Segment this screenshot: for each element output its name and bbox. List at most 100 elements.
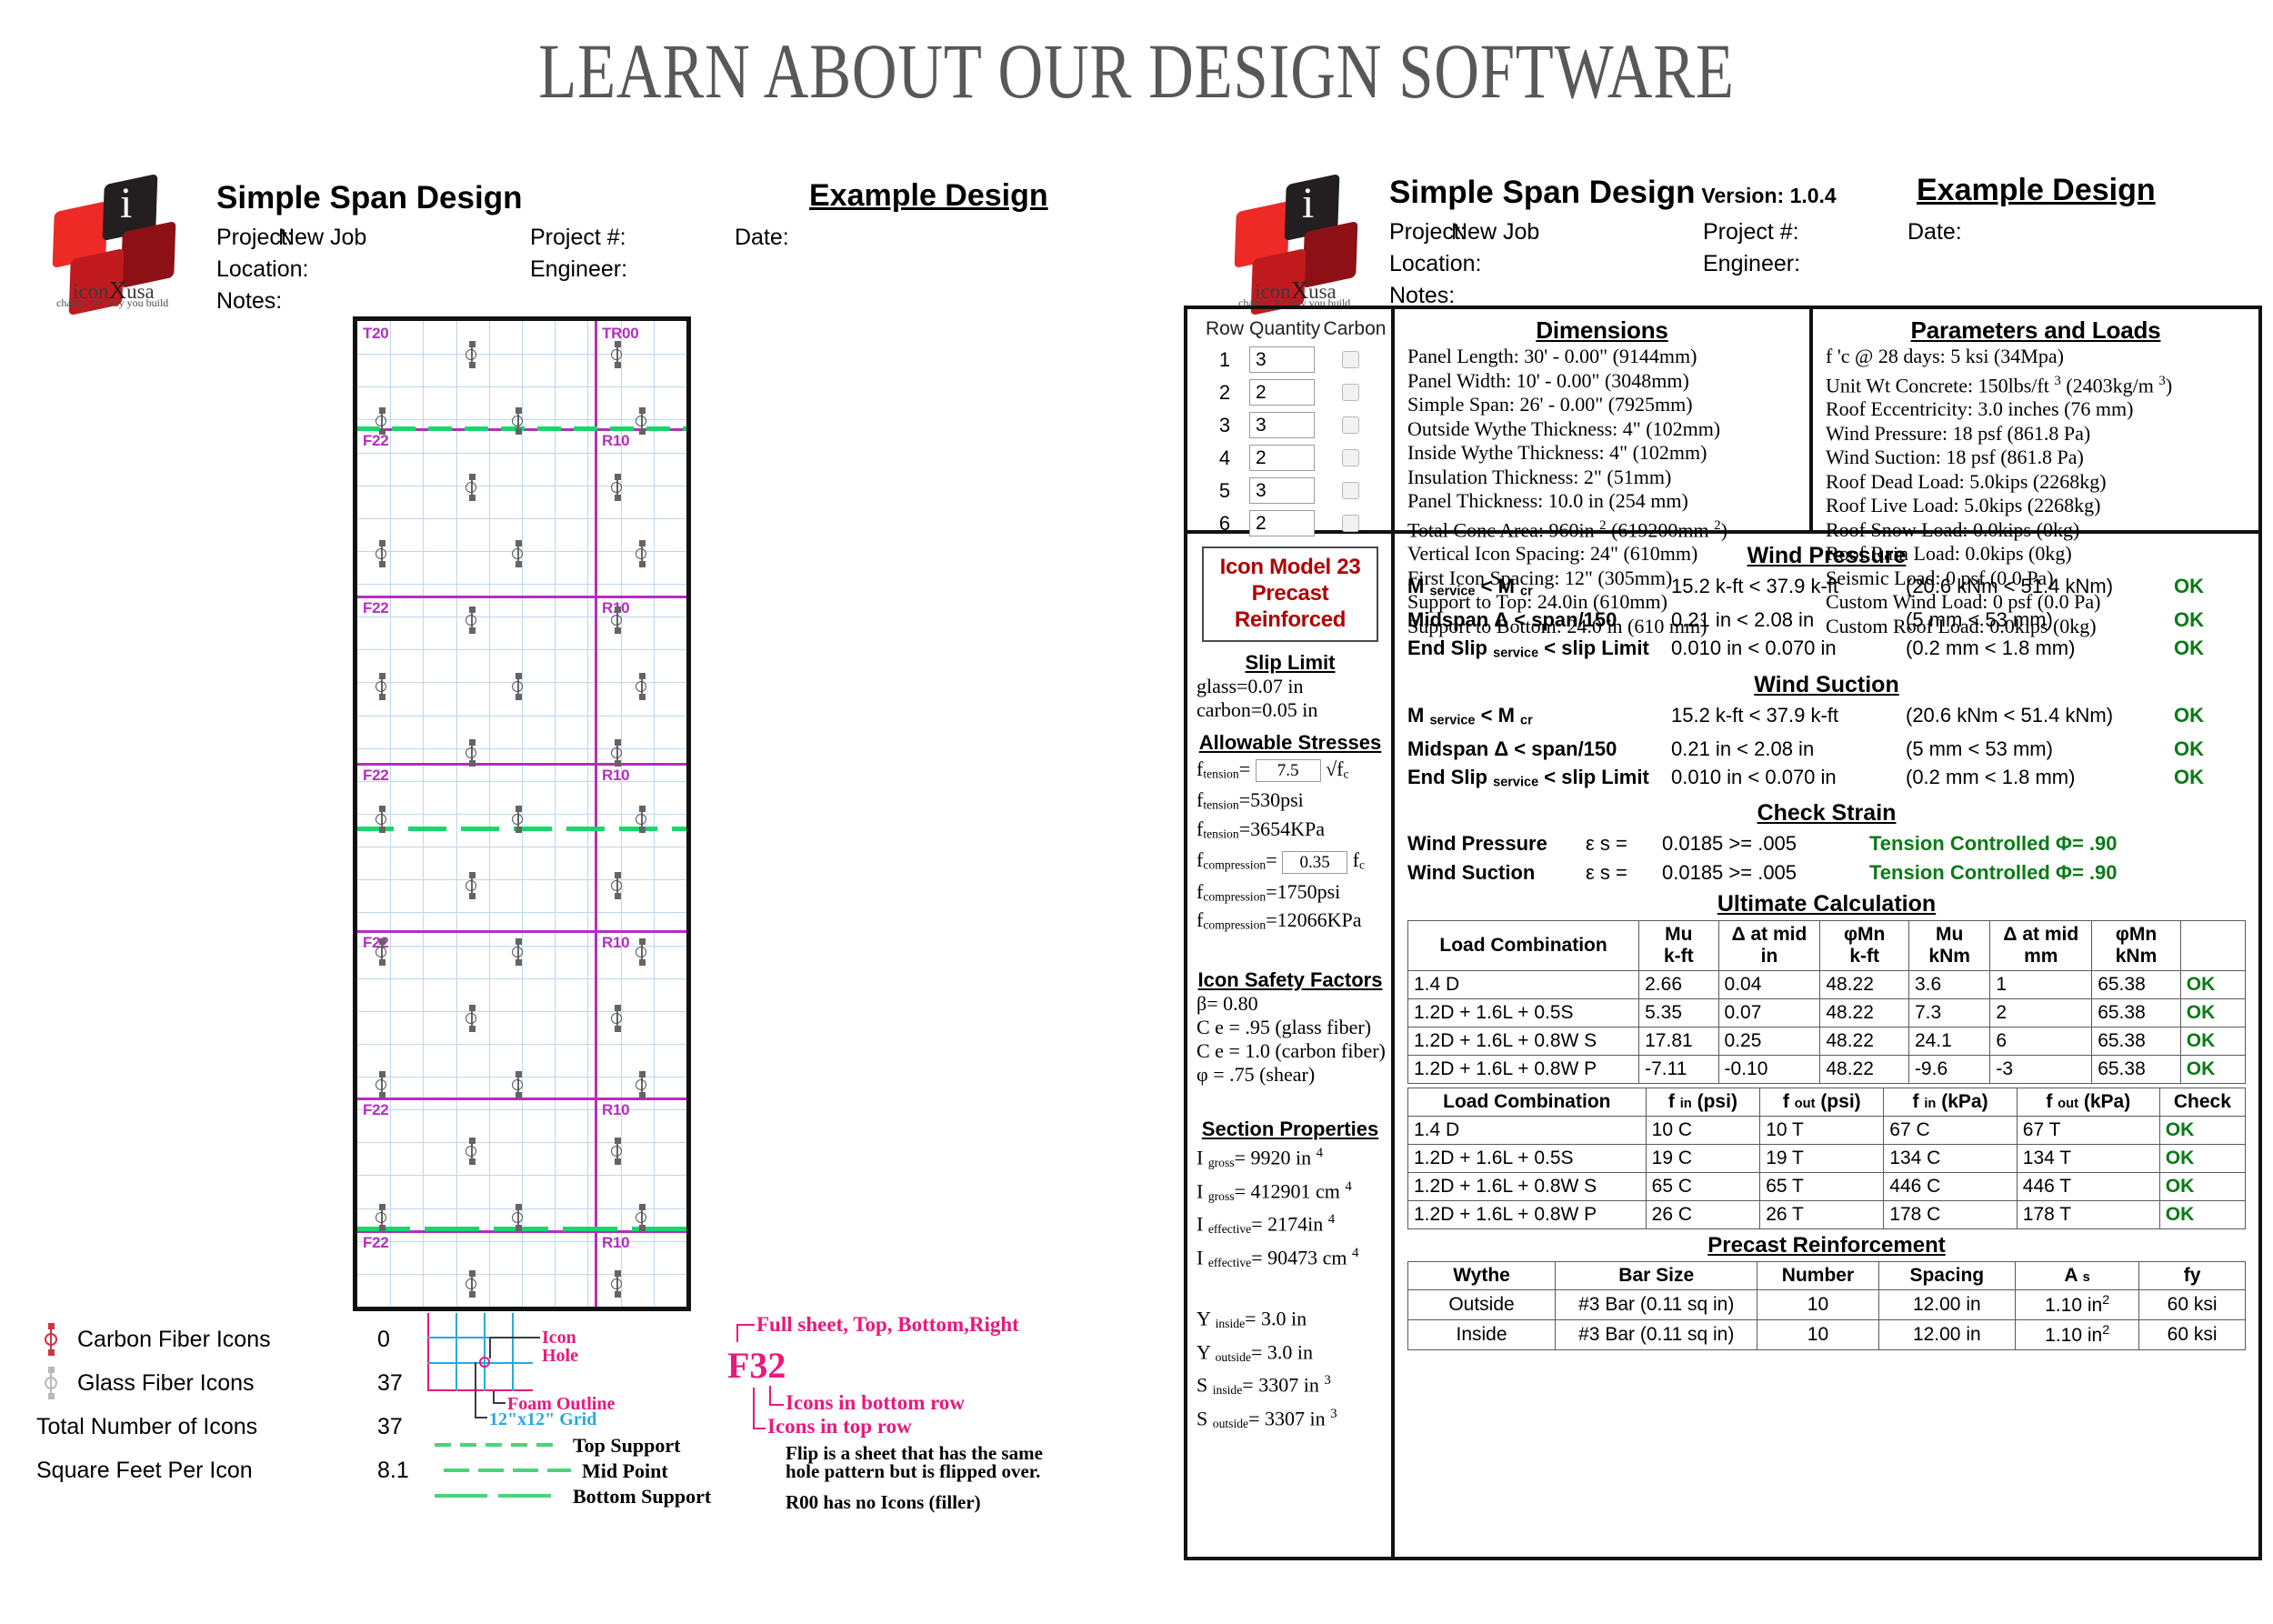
panel-icon-marker[interactable] [611,739,623,767]
quantity-input-6[interactable]: 2 [1249,510,1315,536]
wind-pressure-row: M service < M cr 15.2 k-ft < 37.9 k-ft (… [1407,572,2246,606]
st-3-0: 1.2D + 1.6L + 0.8W P [1407,1200,1647,1230]
carbon-checkbox-2[interactable] [1342,384,1359,401]
panel-icon-marker[interactable] [375,1071,387,1098]
sheet-label-left: F22 [363,767,389,784]
table-header-row: Wythe Bar Size Number Spacing A s fy [1407,1261,2246,1291]
project-value[interactable]: New Job [278,225,366,251]
legend-grid-text: 12"x12" Grid [489,1409,597,1429]
panel-icon-marker[interactable] [636,540,647,567]
uc-3-3: 48.22 [1819,1055,1909,1085]
panel-icon-marker[interactable] [512,673,524,700]
panel-icon-marker[interactable] [611,872,623,899]
panel-icon-marker[interactable] [611,474,623,501]
dimensions-panel: Dimensions Panel Length: 30' - 0.00" (91… [1395,309,1813,637]
panel-icon-marker[interactable] [512,540,524,567]
panel-icon-marker[interactable] [512,1204,524,1231]
wp-status-1: OK [2174,608,2204,632]
icon-ring [611,880,622,891]
st-2-5: OK [2158,1172,2247,1202]
panel-icon-marker[interactable] [512,938,524,966]
section-property-line: I effective= 2174in 4 [1197,1208,1384,1241]
panel-icon-marker[interactable] [466,1138,477,1165]
panel-icon-marker[interactable] [466,1005,477,1032]
panel-icon-marker[interactable] [375,540,387,567]
panel-icon-marker[interactable] [466,606,477,634]
f-tension-unit-sub: c [1343,767,1349,781]
panel-icon-marker[interactable] [636,1071,647,1098]
uc-0-7: OK [2179,970,2247,1000]
f-compression-kpa-row: fcompression=12066KPa [1197,908,1384,937]
panel-icon-marker[interactable] [611,1005,623,1032]
st-header-0: Load Combination [1407,1088,1647,1118]
sheet-divider-horizontal [357,596,686,598]
carbon-checkbox-4[interactable] [1342,449,1359,466]
panel-icon-marker[interactable] [636,407,647,435]
ws-check-0: M service < M cr [1407,703,1533,727]
table-row: 1 3 [1200,346,1391,373]
panel-icon-marker[interactable] [512,407,524,435]
panel-icon-marker[interactable] [611,1138,623,1165]
mid-point-line [444,1469,571,1472]
sp2-sub-1: outside [1215,1349,1251,1364]
grid-line-horizontal [357,716,686,717]
icon-ring [611,1278,622,1289]
panel-icon-marker[interactable] [375,407,387,435]
pr-0-4: 1.10 in2 [2015,1289,2140,1321]
panel-icon-marker[interactable] [636,1204,647,1231]
carbon-checkbox-6[interactable] [1342,515,1359,532]
panel-icon-marker[interactable] [611,1270,623,1298]
panel-icon-marker[interactable] [466,1270,477,1298]
right-header-row-3: Notes: [1389,283,2208,308]
quantity-input-4[interactable]: 2 [1249,445,1315,471]
pr-header-4: A s [2015,1261,2140,1291]
icon-ring [636,681,646,692]
f-tension-unit: √f [1326,757,1344,780]
icon-cap-bottom [639,1225,646,1231]
parameter-unit-wt: Unit Wt Concrete: 150lbs/ft 3 (2403kg/m … [1813,369,2258,398]
f-compression-input[interactable]: 0.35 [1282,850,1348,874]
sheet-label-right: R10 [602,1101,630,1118]
panel-icon-marker[interactable] [375,673,387,700]
icon-cap-bottom [615,1026,621,1032]
panel-icon-marker[interactable] [512,806,524,833]
table-row: 5 3 [1200,477,1391,504]
panel-icon-marker[interactable] [636,806,647,833]
sp-sub-3: effective [1207,1255,1252,1269]
carbon-checkbox-5[interactable] [1342,482,1359,499]
example-design-right: Example Design [1917,173,2156,207]
quantity-input-2[interactable]: 2 [1249,379,1315,406]
panel-icon-marker[interactable] [466,341,477,368]
panel-icon-marker[interactable] [636,938,647,966]
icon-ring [466,615,476,626]
panel-icon-marker[interactable] [466,872,477,899]
panel-icon-marker[interactable] [466,739,477,767]
pr-1-5: 60 ksi [2138,1319,2246,1351]
wp-status-0: OK [2174,575,2204,597]
carbon-checkbox-3[interactable] [1342,416,1359,434]
uc-0-4: 3.6 [1908,970,1991,1000]
st-header-5: Check [2158,1088,2247,1118]
project-value-2[interactable]: New Job [1451,219,1539,246]
uc-header-1: Mu k-ft [1638,920,1719,972]
panel-drawing[interactable]: T20TR00F22R10F22R10F22R10F22R10F22R10F22… [353,316,691,1311]
pr-0-3: 12.00 in [1877,1289,2017,1321]
icon-cap-bottom [516,827,522,833]
panel-icon-marker[interactable] [466,474,477,501]
f-tension-input[interactable]: 7.5 [1255,759,1321,783]
panel-icon-marker[interactable] [611,606,623,634]
carbon-checkbox-1[interactable] [1342,351,1359,368]
icon-ring [512,1079,523,1090]
panel-icon-marker[interactable] [636,673,647,700]
quantity-input-3[interactable]: 3 [1249,412,1315,438]
panel-icon-marker[interactable] [512,1071,524,1098]
quantity-input-5[interactable]: 3 [1249,477,1315,504]
panel-icon-marker[interactable] [611,341,623,368]
panel-icon-marker[interactable] [375,938,387,966]
ws-imperial-1: 0.21 in < 2.08 in [1671,737,1815,760]
panel-icon-marker[interactable] [375,1204,387,1231]
sp-sup-3: 4 [1352,1246,1359,1261]
icon-ring [636,1079,646,1090]
quantity-input-1[interactable]: 3 [1249,346,1315,373]
panel-icon-marker[interactable] [375,806,387,833]
